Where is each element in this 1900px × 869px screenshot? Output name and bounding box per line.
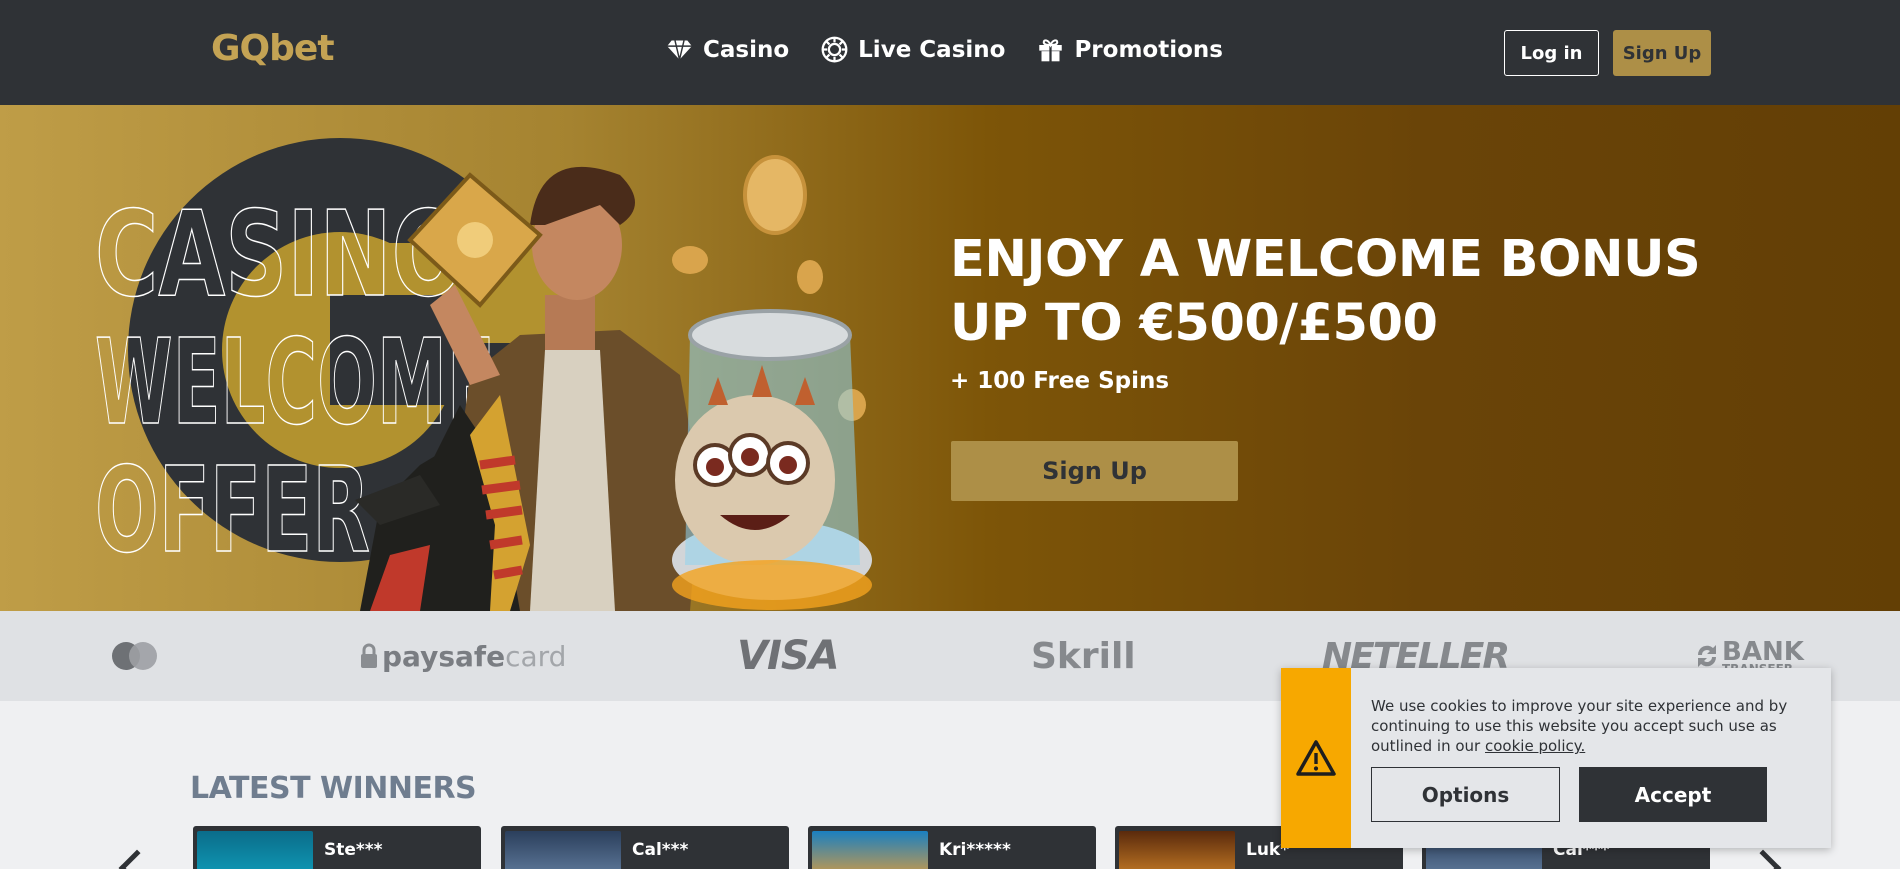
outline-word-3: OFFER bbox=[95, 441, 370, 579]
site-header: GQbet Casino Live Casino Promotions Log … bbox=[0, 0, 1900, 105]
signup-button[interactable]: Sign Up bbox=[1613, 30, 1711, 76]
carousel-prev-arrow-icon[interactable] bbox=[118, 849, 156, 869]
cookie-options-button[interactable]: Options bbox=[1371, 767, 1560, 822]
hero-title: ENJOY A WELCOME BONUS UP TO €500/£500 bbox=[950, 230, 1701, 353]
hero-signup-button[interactable]: Sign Up bbox=[951, 441, 1238, 501]
winner-name: Kri***** bbox=[939, 840, 1011, 860]
cookie-accept-button[interactable]: Accept bbox=[1579, 767, 1767, 822]
cookie-message: We use cookies to improve your site expe… bbox=[1371, 696, 1811, 756]
casino-chip-icon bbox=[821, 36, 848, 63]
winner-name: Ste*** bbox=[324, 840, 383, 860]
paysafe-card-text: card bbox=[505, 639, 567, 673]
winner-card[interactable]: Ste*** bbox=[193, 826, 481, 869]
outline-word-1: CASINO bbox=[95, 185, 465, 323]
mastercard-icon bbox=[112, 642, 157, 670]
cookie-banner: We use cookies to improve your site expe… bbox=[1281, 668, 1831, 848]
login-button[interactable]: Log in bbox=[1504, 30, 1599, 76]
main-nav: Casino Live Casino Promotions bbox=[666, 36, 1223, 63]
hero-illustration: CASINO WELCOME OFFER bbox=[94, 138, 872, 611]
nav-casino[interactable]: Casino bbox=[666, 36, 789, 63]
winner-game-thumbnail bbox=[812, 831, 928, 869]
paysafe-text: paysafe bbox=[382, 639, 506, 673]
winner-game-thumbnail bbox=[1119, 831, 1235, 869]
nav-promotions-label: Promotions bbox=[1074, 36, 1223, 63]
nav-live-casino[interactable]: Live Casino bbox=[821, 36, 1005, 63]
nav-casino-label: Casino bbox=[703, 36, 790, 63]
hero-subtitle: + 100 Free Spins bbox=[950, 368, 1170, 394]
winner-card[interactable]: Kri***** bbox=[808, 826, 1096, 869]
bank-transfer-arrows-icon bbox=[1697, 645, 1717, 667]
site-logo[interactable]: GQbet bbox=[211, 28, 335, 69]
winner-game-thumbnail bbox=[197, 831, 313, 869]
outline-word-2: WELCOME bbox=[95, 313, 495, 451]
cookie-policy-link[interactable]: cookie policy. bbox=[1485, 737, 1585, 755]
hero-banner: CASINO WELCOME OFFER ENJOY A WELCOME BON… bbox=[0, 105, 1900, 611]
mastercard-logo bbox=[110, 611, 160, 701]
warning-icon bbox=[1296, 740, 1336, 776]
padlock-icon bbox=[361, 643, 377, 668]
winner-card[interactable]: Cal*** bbox=[501, 826, 789, 869]
winner-name: Cal*** bbox=[632, 840, 689, 860]
visa-logo: VISA bbox=[737, 633, 840, 679]
skrill-logo: Skrill bbox=[1031, 635, 1136, 677]
latest-winners-title: LATEST WINNERS bbox=[190, 771, 477, 806]
paysafecard-logo: paysafe card bbox=[360, 611, 566, 701]
nav-promotions[interactable]: Promotions bbox=[1037, 36, 1223, 63]
monster-jar-character bbox=[672, 309, 872, 610]
gift-icon bbox=[1039, 39, 1063, 62]
cookie-warning-strip bbox=[1281, 668, 1351, 848]
diamond-icon bbox=[667, 40, 692, 60]
winner-game-thumbnail bbox=[505, 831, 621, 869]
nav-live-casino-label: Live Casino bbox=[858, 36, 1006, 63]
carousel-next-arrow-icon[interactable] bbox=[1744, 849, 1782, 869]
